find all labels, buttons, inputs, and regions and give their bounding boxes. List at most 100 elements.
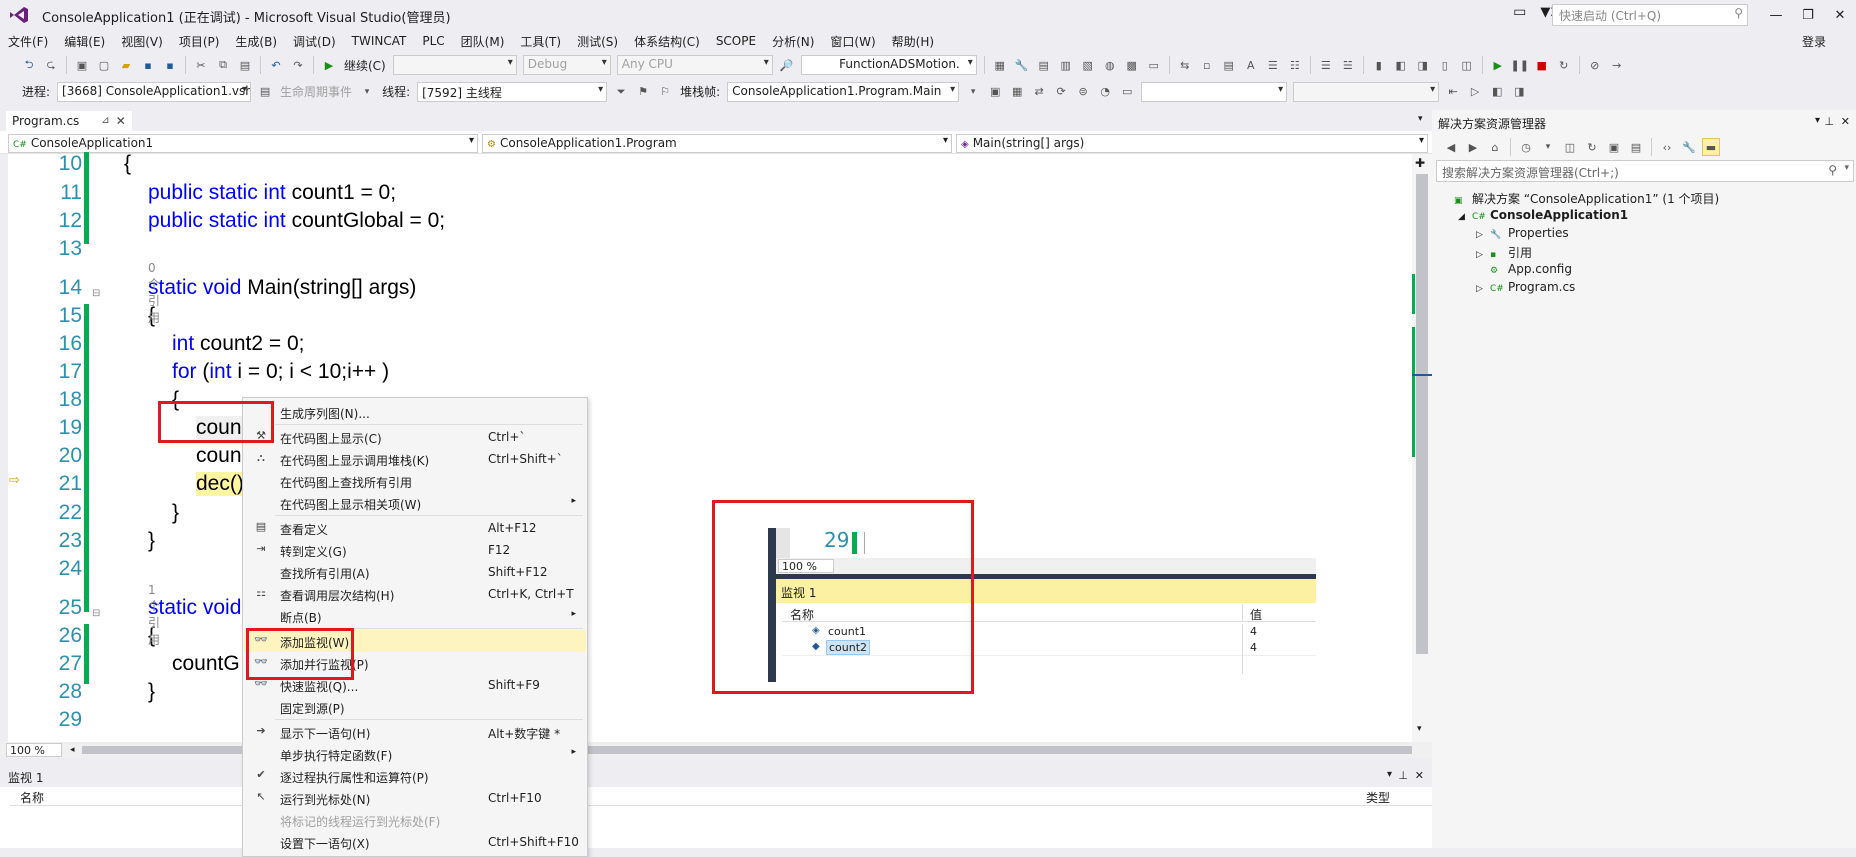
properties-icon[interactable]: 🔧 <box>1680 138 1698 156</box>
tab-program-cs[interactable]: Program.cs ⊿ ✕ <box>6 111 132 132</box>
debug-tool-icon-8[interactable]: ⇤ <box>1444 83 1462 101</box>
code-line[interactable]: } <box>172 501 179 525</box>
preview-icon[interactable]: ▬ <box>1702 138 1720 156</box>
cut-icon[interactable]: ✂ <box>192 56 210 74</box>
code-line[interactable]: } <box>148 680 155 704</box>
find-combo[interactable]: FunctionADSMotion. <box>800 55 977 75</box>
context-menu-item[interactable]: ▤ 查看定义 Alt+F12 <box>244 517 586 539</box>
context-menu-item[interactable]: ⚒ 在代码图上显示(C) Ctrl+` <box>244 426 586 448</box>
menu-tools[interactable]: 工具(T) <box>512 30 569 53</box>
expand-arrow-icon[interactable]: ▷ <box>1476 250 1490 260</box>
editor-horizontal-scrollbar[interactable]: ◂ <box>0 742 1432 758</box>
panel-pin-icon[interactable]: ⊥ <box>1398 769 1408 782</box>
menu-test[interactable]: 测试(S) <box>569 30 626 53</box>
codelens-reference-count[interactable]: 1 个引用 <box>148 583 160 648</box>
debug-tool-icon-11[interactable]: ◨ <box>1510 83 1528 101</box>
tool-icon-4[interactable]: ▧ <box>1079 56 1097 74</box>
debug-tool-icon-3[interactable]: ⇄ <box>1030 83 1048 101</box>
solution-config-blank-combo[interactable] <box>392 55 517 75</box>
bookmark-prev-icon[interactable]: ◧ <box>1392 56 1410 74</box>
thread-combo[interactable]: [7592] 主线程 <box>417 81 608 102</box>
tool-icon-3[interactable]: ▥ <box>1057 56 1075 74</box>
solution-tree-item[interactable]: ◢ C# ConsoleApplication1 <box>1458 208 1628 222</box>
sol-dropdown2-icon[interactable]: ▾ <box>1539 138 1557 156</box>
blank-combo-2[interactable] <box>1293 81 1440 102</box>
code-line[interactable]: int count2 = 0; <box>172 332 305 356</box>
scroll-left-icon[interactable]: ◂ <box>70 745 75 755</box>
sync-icon[interactable]: ◷ <box>1517 138 1535 156</box>
tool-icon-11[interactable]: ☰ <box>1264 56 1282 74</box>
collapse-icon[interactable]: ⊟ <box>92 608 100 619</box>
restart-icon[interactable]: ↻ <box>1555 56 1573 74</box>
start-debug-icon[interactable]: ▶ <box>1489 56 1507 74</box>
lifecycle-events-button[interactable]: 生命周期事件 <box>280 83 352 100</box>
tool-icon-9[interactable]: ▫ <box>1198 56 1216 74</box>
overflow-icon[interactable]: ▾ <box>964 83 982 101</box>
copy-icon[interactable]: ⧉ <box>214 56 232 74</box>
continue-icon[interactable]: ▶ <box>320 56 338 74</box>
sol-close-icon[interactable]: ✕ <box>1841 115 1850 128</box>
context-menu-item[interactable]: 在代码图上显示相关项(W) ▸ <box>244 492 586 514</box>
debug-tool-icon-6[interactable]: ◔ <box>1096 83 1114 101</box>
panel-close-icon[interactable]: ✕ <box>1415 769 1424 782</box>
home-icon[interactable]: ⌂ <box>1486 138 1504 156</box>
save-all-icon[interactable]: ▪ <box>161 56 179 74</box>
pending-changes-icon[interactable]: ◫ <box>1561 138 1579 156</box>
editor-vertical-scrollbar[interactable]: ✚ ▾ <box>1412 154 1432 742</box>
font-icon[interactable]: A <box>1242 56 1260 74</box>
code-line[interactable]: coun <box>196 444 242 468</box>
wrench-icon[interactable]: 🔧 <box>1013 56 1031 74</box>
collapse-all-icon[interactable]: ▣ <box>1605 138 1623 156</box>
code-line[interactable]: for (int i = 0; i < 10;i++ ) <box>172 360 389 384</box>
context-menu-item[interactable]: 在代码图上查找所有引用 <box>244 470 586 492</box>
tab-close-icon[interactable]: ✕ <box>116 114 126 128</box>
expand-arrow-icon[interactable]: ◢ <box>1458 212 1472 222</box>
sol-dropdown-icon[interactable]: ▾ <box>1815 115 1820 126</box>
stop-icon[interactable]: ■ <box>1533 56 1551 74</box>
menu-help[interactable]: 帮助(H) <box>884 30 942 53</box>
thread-flag-icon[interactable]: ⚑ <box>634 83 652 101</box>
thread-flag-off-icon[interactable]: ⚐ <box>656 83 674 101</box>
view-code-icon[interactable]: ‹› <box>1658 138 1676 156</box>
configuration-combo[interactable]: Debug <box>522 55 611 75</box>
platform-combo[interactable]: Any CPU <box>616 55 773 75</box>
tab-dropdown-icon[interactable]: ▾ <box>1418 114 1423 124</box>
solution-tree-item[interactable]: ⚙ App.config <box>1476 262 1572 276</box>
code-line[interactable]: static void Main(string[] args) <box>148 276 416 300</box>
menu-window[interactable]: 窗口(W) <box>822 30 883 53</box>
continue-button[interactable]: 继续(C) <box>344 57 386 74</box>
panel-dropdown-icon[interactable]: ▾ <box>1387 769 1392 780</box>
context-menu-item[interactable]: ➔ 显示下一语句(H) Alt+数字键 * <box>244 721 586 743</box>
save-icon[interactable]: ▪ <box>139 56 157 74</box>
expand-arrow-icon[interactable]: ▷ <box>1476 230 1490 240</box>
solution-tree-item[interactable]: ▷ 🔧 Properties <box>1476 226 1569 240</box>
context-menu-item[interactable]: 设置下一语句(X) Ctrl+Shift+F10 <box>244 831 586 853</box>
project-dropdown[interactable]: C# ConsoleApplication1 <box>8 134 478 153</box>
feedback-icon[interactable]: ▭ <box>1513 4 1526 20</box>
collapse-icon[interactable]: ⊟ <box>92 288 100 299</box>
new-project-icon[interactable]: ▣ <box>73 56 91 74</box>
bookmark-icon[interactable]: ▮ <box>1370 56 1388 74</box>
sol-back-icon[interactable]: ◀ <box>1442 138 1460 156</box>
find-in-files-icon[interactable]: 🔎 <box>778 56 796 74</box>
scroll-down-icon[interactable]: ▾ <box>1417 724 1422 734</box>
debug-tool-icon-5[interactable]: ⊜ <box>1074 83 1092 101</box>
debug-tool-icon-9[interactable]: ▷ <box>1466 83 1484 101</box>
menu-view[interactable]: 视图(V) <box>113 30 171 53</box>
forward-icon[interactable]: ⮎ <box>42 56 60 74</box>
context-menu-item[interactable]: ↖ 运行到光标处(N) Ctrl+F10 <box>244 787 586 809</box>
menu-build[interactable]: 生成(B) <box>227 30 285 53</box>
context-menu-item[interactable]: 将标记的线程运行到光标处(F) <box>244 809 586 831</box>
code-line[interactable]: static void <box>148 596 241 620</box>
bookmark-clear-icon[interactable]: ◫ <box>1458 56 1476 74</box>
paste-icon[interactable]: ▤ <box>236 56 254 74</box>
inset-col-value[interactable]: 值 <box>1250 606 1262 623</box>
code-line[interactable]: } <box>148 529 155 553</box>
pause-icon[interactable]: ❚❚ <box>1511 56 1529 74</box>
context-menu-item[interactable]: ⚏ 查看调用层次结构(H) Ctrl+K, Ctrl+T <box>244 583 586 605</box>
menu-analyze[interactable]: 分析(N) <box>764 30 822 53</box>
expand-arrow-icon[interactable]: ▷ <box>1476 284 1490 294</box>
sign-in-link[interactable]: 登录 <box>1802 33 1826 50</box>
minimize-button[interactable]: — <box>1760 0 1792 30</box>
watch-col-name[interactable]: 名称 <box>20 791 44 805</box>
